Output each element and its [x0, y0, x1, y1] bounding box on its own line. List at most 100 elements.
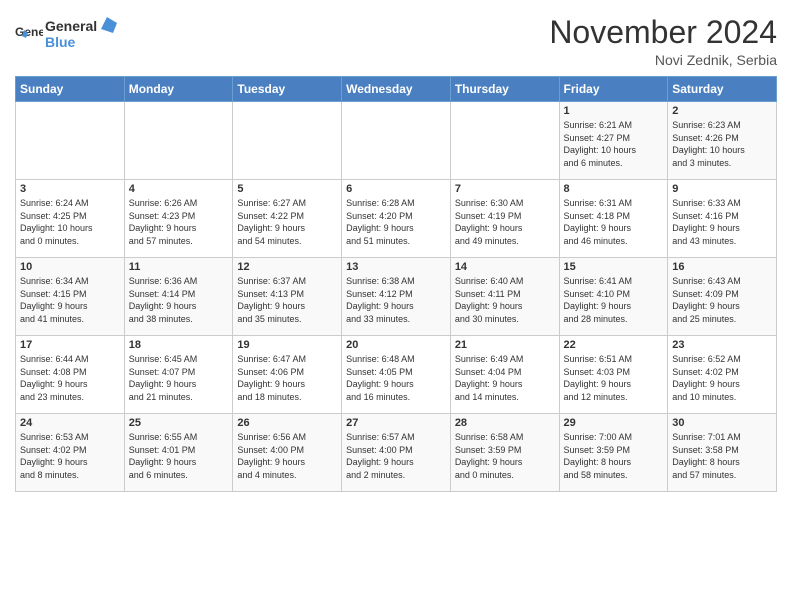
day-number: 4	[129, 183, 229, 195]
day-number: 27	[346, 417, 446, 429]
day-info: Sunrise: 6:55 AM Sunset: 4:01 PM Dayligh…	[129, 431, 229, 481]
day-info: Sunrise: 6:27 AM Sunset: 4:22 PM Dayligh…	[237, 197, 337, 247]
table-row: 3 Sunrise: 6:24 AM Sunset: 4:25 PM Daylig…	[16, 180, 125, 258]
day-number: 20	[346, 339, 446, 351]
table-row: 17Sunrise: 6:44 AM Sunset: 4:08 PM Dayli…	[16, 336, 125, 414]
day-number: 7	[455, 183, 555, 195]
day-number: 16	[672, 261, 772, 273]
day-info: Sunrise: 6:53 AM Sunset: 4:02 PM Dayligh…	[20, 431, 120, 481]
table-row: 16 Sunrise: 6:43 AM Sunset: 4:09 PM Dayli…	[668, 258, 777, 336]
day-info: Sunrise: 6:38 AM Sunset: 4:12 PM Dayligh…	[346, 275, 446, 325]
table-row: 1 Sunrise: 6:21 AM Sunset: 4:27 PM Daylig…	[559, 102, 668, 180]
day-info: Sunrise: 6:47 AM Sunset: 4:06 PM Dayligh…	[237, 353, 337, 403]
day-number: 25	[129, 417, 229, 429]
calendar-week-row: 1 Sunrise: 6:21 AM Sunset: 4:27 PM Daylig…	[16, 102, 777, 180]
day-info: Sunrise: 6:58 AM Sunset: 3:59 PM Dayligh…	[455, 431, 555, 481]
logo-icon: General	[15, 22, 43, 50]
header-saturday: Saturday	[668, 77, 777, 102]
day-number: 19	[237, 339, 337, 351]
day-number: 3	[20, 183, 120, 195]
svg-text:General: General	[15, 25, 43, 39]
table-row: 28 Sunrise: 6:58 AM Sunset: 3:59 PM Dayli…	[450, 414, 559, 492]
day-number: 17	[20, 339, 120, 351]
day-info: Sunrise: 7:01 AM Sunset: 3:58 PM Dayligh…	[672, 431, 772, 481]
day-info: Sunrise: 6:24 AM Sunset: 4:25 PM Dayligh…	[20, 197, 120, 247]
day-info: Sunrise: 6:21 AM Sunset: 4:27 PM Dayligh…	[564, 119, 664, 169]
day-number: 13	[346, 261, 446, 273]
day-number: 14	[455, 261, 555, 273]
table-row: 18Sunrise: 6:45 AM Sunset: 4:07 PM Dayli…	[124, 336, 233, 414]
calendar-week-row: 10 Sunrise: 6:34 AM Sunset: 4:15 PM Dayli…	[16, 258, 777, 336]
day-number: 30	[672, 417, 772, 429]
day-info: Sunrise: 6:41 AM Sunset: 4:10 PM Dayligh…	[564, 275, 664, 325]
day-number: 22	[564, 339, 664, 351]
table-row: 2 Sunrise: 6:23 AM Sunset: 4:26 PM Daylig…	[668, 102, 777, 180]
table-row: 25 Sunrise: 6:55 AM Sunset: 4:01 PM Dayli…	[124, 414, 233, 492]
table-row	[450, 102, 559, 180]
location: Novi Zednik, Serbia	[549, 52, 777, 68]
header: General General Blue November 2024 Novi …	[15, 15, 777, 68]
day-info: Sunrise: 6:49 AM Sunset: 4:04 PM Dayligh…	[455, 353, 555, 403]
day-info: Sunrise: 6:28 AM Sunset: 4:20 PM Dayligh…	[346, 197, 446, 247]
table-row: 19 Sunrise: 6:47 AM Sunset: 4:06 PM Dayli…	[233, 336, 342, 414]
day-info: Sunrise: 7:00 AM Sunset: 3:59 PM Dayligh…	[564, 431, 664, 481]
logo: General General Blue	[15, 15, 125, 56]
calendar-week-row: 3 Sunrise: 6:24 AM Sunset: 4:25 PM Daylig…	[16, 180, 777, 258]
table-row	[124, 102, 233, 180]
table-row: 4 Sunrise: 6:26 AM Sunset: 4:23 PM Daylig…	[124, 180, 233, 258]
table-row: 11 Sunrise: 6:36 AM Sunset: 4:14 PM Dayli…	[124, 258, 233, 336]
day-info: Sunrise: 6:33 AM Sunset: 4:16 PM Dayligh…	[672, 197, 772, 247]
table-row: 30 Sunrise: 7:01 AM Sunset: 3:58 PM Dayli…	[668, 414, 777, 492]
header-monday: Monday	[124, 77, 233, 102]
table-row: 9 Sunrise: 6:33 AM Sunset: 4:16 PM Daylig…	[668, 180, 777, 258]
title-block: November 2024 Novi Zednik, Serbia	[549, 15, 777, 68]
weekday-header-row: Sunday Monday Tuesday Wednesday Thursday…	[16, 77, 777, 102]
svg-text:General: General	[45, 18, 97, 34]
day-info: Sunrise: 6:36 AM Sunset: 4:14 PM Dayligh…	[129, 275, 229, 325]
day-number: 21	[455, 339, 555, 351]
table-row: 6 Sunrise: 6:28 AM Sunset: 4:20 PM Daylig…	[342, 180, 451, 258]
day-number: 24	[20, 417, 120, 429]
day-info: Sunrise: 6:57 AM Sunset: 4:00 PM Dayligh…	[346, 431, 446, 481]
day-info: Sunrise: 6:43 AM Sunset: 4:09 PM Dayligh…	[672, 275, 772, 325]
day-number: 8	[564, 183, 664, 195]
table-row	[342, 102, 451, 180]
page-container: General General Blue November 2024 Novi …	[0, 0, 792, 502]
day-info: Sunrise: 6:37 AM Sunset: 4:13 PM Dayligh…	[237, 275, 337, 325]
calendar-week-row: 24 Sunrise: 6:53 AM Sunset: 4:02 PM Dayli…	[16, 414, 777, 492]
day-number: 1	[564, 105, 664, 117]
table-row	[16, 102, 125, 180]
calendar-week-row: 17Sunrise: 6:44 AM Sunset: 4:08 PM Dayli…	[16, 336, 777, 414]
day-number: 5	[237, 183, 337, 195]
day-info: Sunrise: 6:51 AM Sunset: 4:03 PM Dayligh…	[564, 353, 664, 403]
logo-text: General Blue	[45, 15, 125, 56]
day-number: 29	[564, 417, 664, 429]
day-info: Sunrise: 6:34 AM Sunset: 4:15 PM Dayligh…	[20, 275, 120, 325]
table-row: 13 Sunrise: 6:38 AM Sunset: 4:12 PM Dayli…	[342, 258, 451, 336]
month-title: November 2024	[549, 15, 777, 50]
table-row: 22 Sunrise: 6:51 AM Sunset: 4:03 PM Dayli…	[559, 336, 668, 414]
day-number: 9	[672, 183, 772, 195]
table-row: 7 Sunrise: 6:30 AM Sunset: 4:19 PM Daylig…	[450, 180, 559, 258]
table-row: 5 Sunrise: 6:27 AM Sunset: 4:22 PM Daylig…	[233, 180, 342, 258]
day-info: Sunrise: 6:26 AM Sunset: 4:23 PM Dayligh…	[129, 197, 229, 247]
day-number: 11	[129, 261, 229, 273]
table-row: 24 Sunrise: 6:53 AM Sunset: 4:02 PM Dayli…	[16, 414, 125, 492]
table-row: 14Sunrise: 6:40 AM Sunset: 4:11 PM Dayli…	[450, 258, 559, 336]
day-number: 15	[564, 261, 664, 273]
day-number: 12	[237, 261, 337, 273]
header-thursday: Thursday	[450, 77, 559, 102]
day-number: 18	[129, 339, 229, 351]
table-row: 29 Sunrise: 7:00 AM Sunset: 3:59 PM Dayli…	[559, 414, 668, 492]
table-row: 27 Sunrise: 6:57 AM Sunset: 4:00 PM Dayli…	[342, 414, 451, 492]
day-info: Sunrise: 6:30 AM Sunset: 4:19 PM Dayligh…	[455, 197, 555, 247]
day-number: 28	[455, 417, 555, 429]
day-info: Sunrise: 6:23 AM Sunset: 4:26 PM Dayligh…	[672, 119, 772, 169]
day-number: 6	[346, 183, 446, 195]
table-row: 8Sunrise: 6:31 AM Sunset: 4:18 PM Daylig…	[559, 180, 668, 258]
day-number: 23	[672, 339, 772, 351]
day-number: 10	[20, 261, 120, 273]
day-number: 2	[672, 105, 772, 117]
table-row: 23Sunrise: 6:52 AM Sunset: 4:02 PM Dayli…	[668, 336, 777, 414]
table-row: 20Sunrise: 6:48 AM Sunset: 4:05 PM Dayli…	[342, 336, 451, 414]
